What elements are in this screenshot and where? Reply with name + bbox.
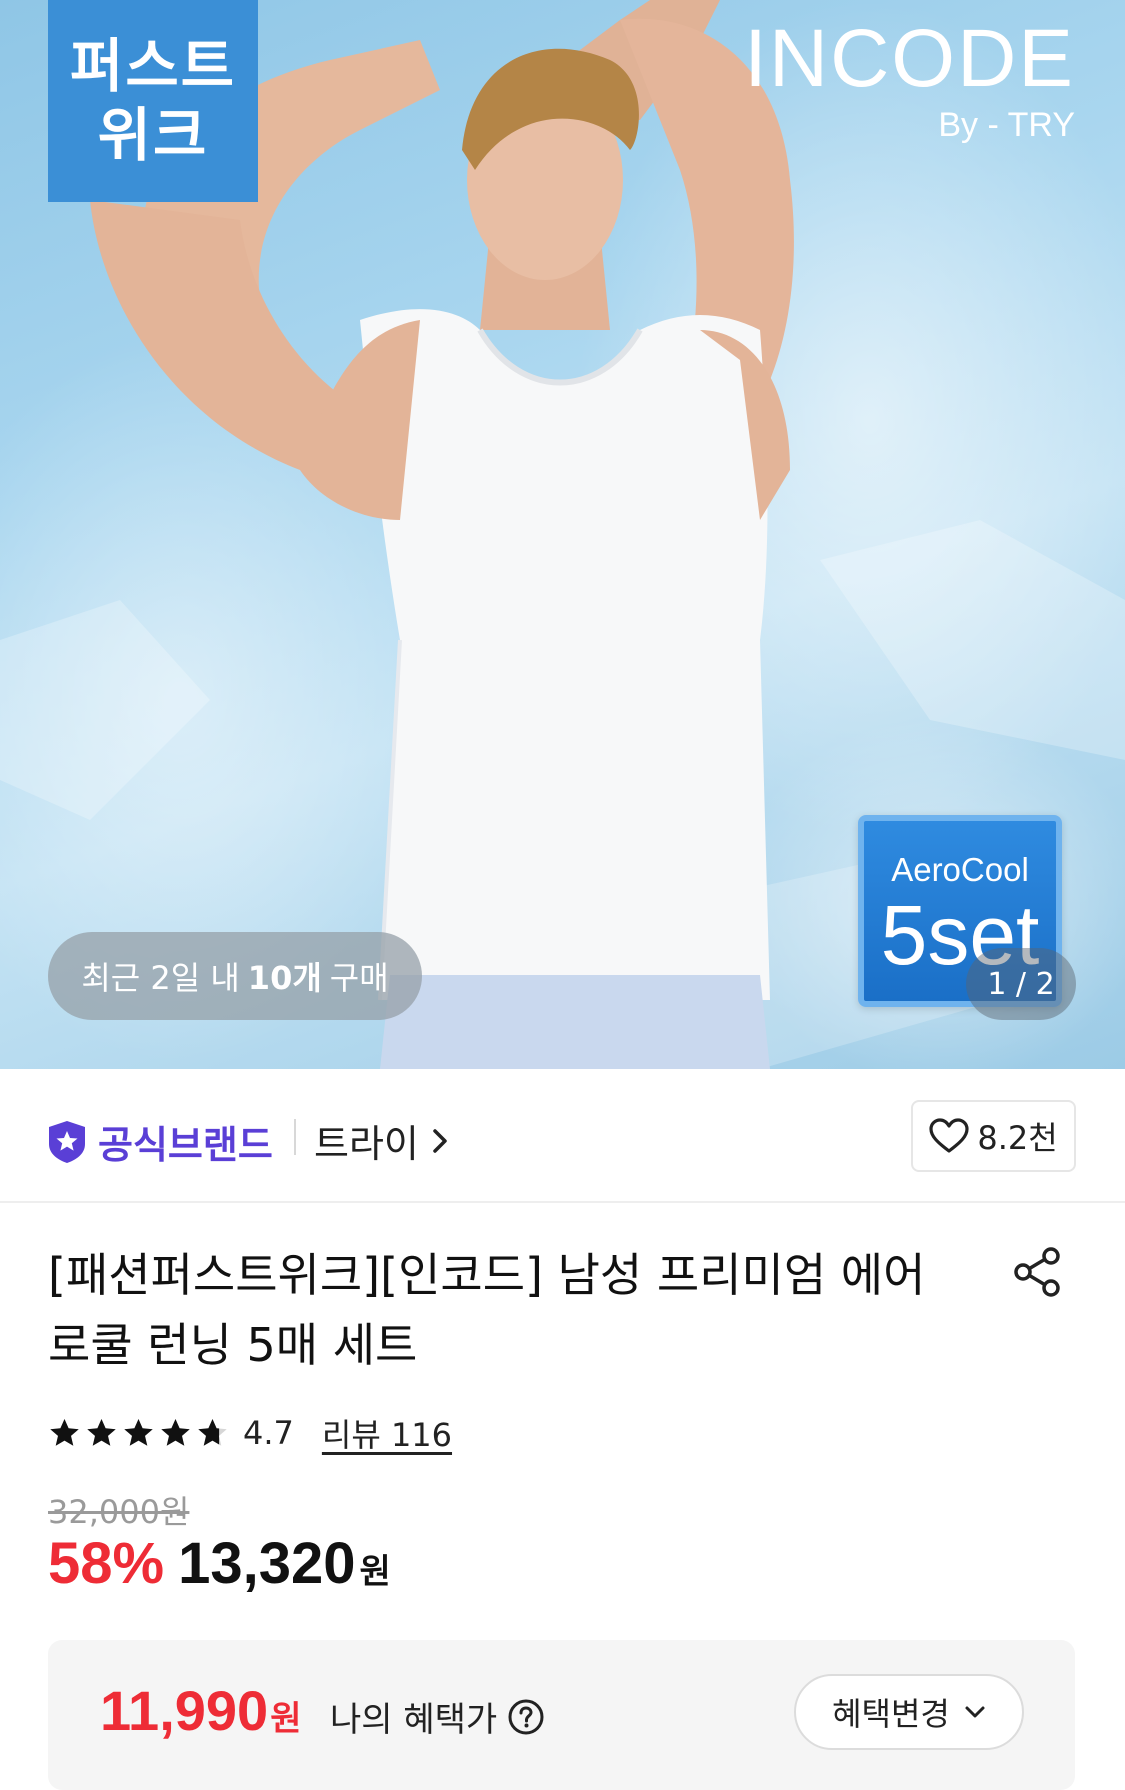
benefit-amount: 11,990 — [100, 1679, 269, 1742]
like-button[interactable]: 8.2천 — [911, 1100, 1076, 1172]
review-link[interactable]: 리뷰 116 — [322, 1410, 452, 1456]
star-shield-icon — [49, 1120, 85, 1163]
discount-rate: 58% — [48, 1531, 165, 1596]
rating-value: 4.7 — [243, 1414, 294, 1452]
star-icon — [87, 1418, 116, 1446]
product-title-line1: [패션퍼스트위크][인코드] 남성 프리미엄 에어 — [48, 1248, 926, 1302]
benefit-label-group: 나의 혜택가 — [330, 1692, 545, 1741]
rating-stars — [48, 1417, 229, 1450]
sale-price-unit: 원 — [359, 1552, 391, 1592]
sale-price: 13,320 — [178, 1531, 356, 1596]
recent-purchase-count: 10개 — [247, 959, 322, 997]
star-icon — [50, 1418, 79, 1446]
change-benefit-button[interactable]: 혜택변경 — [794, 1674, 1024, 1750]
share-icon[interactable] — [1010, 1244, 1066, 1300]
product-image-carousel[interactable]: 퍼스트 위크 INCODE By - TRY AeroCool 5set 최근 … — [0, 0, 1125, 1069]
official-brand-badge: 공식브랜드 — [48, 1114, 273, 1169]
heart-icon — [929, 1118, 969, 1153]
brand-logo: INCODE By - TRY — [744, 18, 1075, 145]
benefit-price: 11,990 원 — [100, 1678, 301, 1743]
like-count: 8.2천 — [977, 1119, 1058, 1157]
recent-purchase-prefix: 최근 2일 내 — [81, 959, 240, 997]
brand-row: 공식브랜드 트라이 8.2천 — [0, 1069, 1125, 1203]
chevron-right-icon — [433, 1128, 447, 1153]
change-benefit-label: 혜택변경 — [832, 1695, 950, 1733]
store-link[interactable]: 트라이 — [314, 1113, 449, 1168]
star-icon — [124, 1418, 153, 1446]
chevron-down-icon — [965, 1706, 985, 1718]
original-price: 32,000원 — [48, 1493, 190, 1531]
benefit-label: 나의 혜택가 — [330, 1700, 498, 1740]
rating-row: 4.7 리뷰 116 — [48, 1408, 452, 1458]
image-page-indicator: 1 / 2 — [966, 948, 1076, 1020]
official-brand-label: 공식브랜드 — [98, 1123, 273, 1167]
star-icon — [161, 1418, 190, 1446]
recent-purchase-suffix: 구매 — [329, 959, 389, 997]
brand-logo-main: INCODE — [744, 13, 1075, 104]
store-name: 트라이 — [314, 1122, 419, 1166]
question-circle-icon[interactable] — [507, 1698, 545, 1736]
star-icon — [198, 1418, 227, 1446]
benefit-box: 11,990 원 나의 혜택가 혜택변경 — [48, 1640, 1075, 1790]
promo-badge-line2: 위크 — [97, 101, 209, 169]
product-title: [패션퍼스트위크][인코드] 남성 프리미엄 에어 로쿨 런닝 5매 세트 — [48, 1240, 948, 1380]
recent-purchase-pill: 최근 2일 내 10개 구매 — [48, 932, 422, 1020]
product-title-line2: 로쿨 런닝 5매 세트 — [48, 1318, 418, 1372]
brand-logo-sub: By - TRY — [938, 106, 1075, 144]
promo-badge-line1: 퍼스트 — [69, 32, 237, 101]
set-badge-label: AeroCool — [891, 851, 1029, 888]
promo-badge: 퍼스트 위크 — [48, 0, 258, 202]
brand-divider — [294, 1119, 296, 1155]
benefit-unit: 원 — [270, 1699, 302, 1739]
price-row: 58% 13,320 원 — [48, 1530, 391, 1597]
